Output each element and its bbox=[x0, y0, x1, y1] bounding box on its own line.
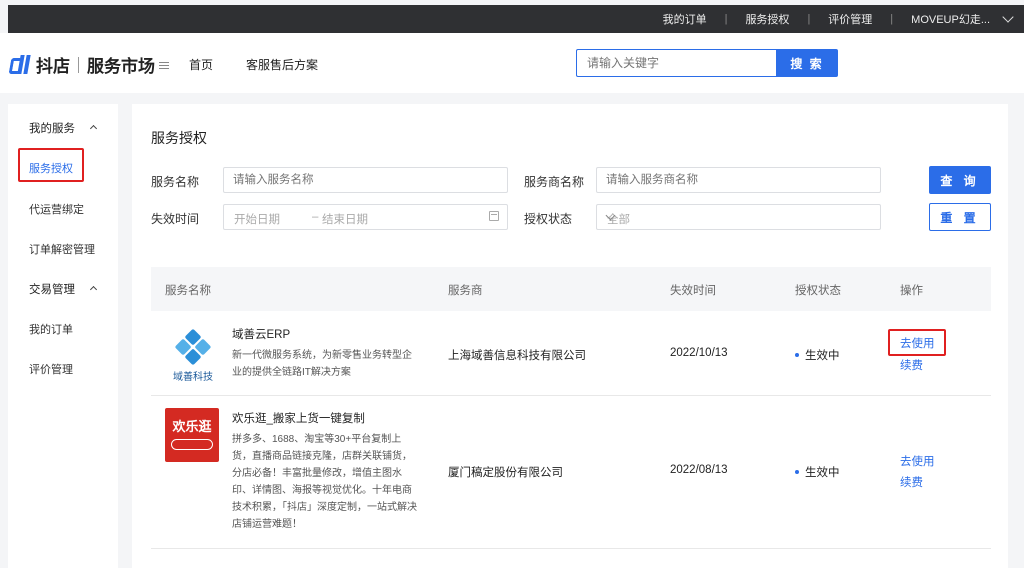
table-header: 服务名称 服务商 失效时间 授权状态 操作 bbox=[151, 267, 991, 311]
sidebar-group-transactions[interactable]: 交易管理 bbox=[29, 281, 98, 297]
main-panel: 服务授权 服务名称 服务商名称 失效时间 开始日期 – 结束日期 授权状态 全部… bbox=[132, 104, 1008, 568]
expire-time-label: 失效时间 bbox=[151, 212, 200, 226]
service-name-label: 服务名称 bbox=[151, 175, 200, 189]
end-date-field[interactable]: 结束日期 bbox=[322, 211, 368, 227]
chevron-up-icon bbox=[89, 285, 98, 294]
nav-after-sales-solution[interactable]: 客服售后方案 bbox=[246, 56, 318, 73]
table-row: 欢乐逛 欢乐逛_搬家上货一键复制 拼多多、1688、淘宝等30+平台复制上货，直… bbox=[151, 396, 991, 549]
provider-name: 厦门稿定股份有限公司 bbox=[448, 467, 563, 479]
range-separator: – bbox=[312, 211, 319, 223]
search-input[interactable] bbox=[576, 49, 776, 77]
expire-date: 2022/08/13 bbox=[670, 464, 728, 476]
divider: | bbox=[890, 13, 894, 25]
yushan-logo-icon: 域善科技 bbox=[173, 329, 213, 383]
auth-status-select[interactable]: 全部 bbox=[596, 204, 881, 230]
table-row: 域善科技 域善云ERP 新一代微服务系统，为新零售业务转型企业的提供全链路IT解… bbox=[151, 311, 991, 396]
column-header: 操作 bbox=[900, 285, 923, 297]
auth-status-label: 授权状态 bbox=[524, 212, 573, 226]
provider-name-input[interactable] bbox=[596, 167, 881, 193]
reset-button[interactable]: 重 置 bbox=[929, 203, 991, 231]
use-link[interactable]: 去使用 bbox=[900, 453, 935, 469]
status-text: 生效中 bbox=[805, 350, 840, 362]
sidebar: 我的服务 服务授权 代运营绑定 订单解密管理 交易管理 我的订单 评价管理 bbox=[8, 104, 118, 568]
logo[interactable]: 抖店 服务市场 bbox=[8, 52, 169, 77]
huanleguang-logo-icon: 欢乐逛 bbox=[165, 408, 219, 462]
chevron-down-icon[interactable] bbox=[1002, 11, 1014, 23]
sidebar-item-my-orders[interactable]: 我的订单 bbox=[29, 321, 73, 337]
start-date-field[interactable]: 开始日期 bbox=[234, 211, 280, 227]
search-button[interactable]: 搜 索 bbox=[776, 49, 838, 77]
status-dot-icon bbox=[795, 353, 799, 357]
provider-name: 上海域善信息科技有限公司 bbox=[448, 350, 586, 362]
doudian-logo-icon bbox=[8, 54, 31, 75]
market-name: 服务市场 bbox=[87, 57, 155, 76]
divider bbox=[78, 56, 79, 73]
column-header: 服务名称 bbox=[165, 285, 211, 297]
renew-link[interactable]: 续费 bbox=[900, 474, 923, 490]
provider-name-label: 服务商名称 bbox=[524, 175, 585, 189]
sidebar-group-label: 交易管理 bbox=[29, 284, 75, 296]
status-dot-icon bbox=[795, 470, 799, 474]
column-header: 失效时间 bbox=[670, 285, 716, 297]
account-menu[interactable]: MOVEUP幻走... bbox=[911, 11, 990, 27]
sidebar-item-service-authorization[interactable]: 服务授权 bbox=[29, 160, 73, 176]
logo-pill bbox=[171, 439, 213, 450]
logo-caption: 域善科技 bbox=[173, 370, 213, 383]
sidebar-group-label: 我的服务 bbox=[29, 123, 75, 135]
column-header: 授权状态 bbox=[795, 285, 841, 297]
service-name-input[interactable] bbox=[223, 167, 508, 193]
status-badge: 生效中 bbox=[795, 464, 840, 480]
header: 抖店 服务市场 首页 客服售后方案 搜 索 bbox=[0, 33, 1024, 93]
top-bar: 我的订单 | 服务授权 | 评价管理 | MOVEUP幻走... bbox=[8, 5, 1024, 33]
expire-date: 2022/10/13 bbox=[670, 347, 728, 359]
date-range-picker[interactable]: 开始日期 – 结束日期 bbox=[223, 204, 508, 230]
query-button[interactable]: 查 询 bbox=[929, 166, 991, 194]
column-header: 服务商 bbox=[448, 285, 483, 297]
top-link-orders[interactable]: 我的订单 bbox=[663, 11, 707, 27]
service-table: 服务名称 服务商 失效时间 授权状态 操作 域善科技 域善云ERP 新一代微服务… bbox=[151, 267, 991, 549]
status-text: 生效中 bbox=[805, 467, 840, 479]
use-link[interactable]: 去使用 bbox=[900, 335, 935, 351]
sidebar-group-my-services[interactable]: 我的服务 bbox=[29, 120, 98, 136]
sidebar-item-agency-binding[interactable]: 代运营绑定 bbox=[29, 201, 84, 217]
page-title: 服务授权 bbox=[151, 130, 207, 146]
chevron-up-icon bbox=[89, 124, 98, 133]
brand-name: 抖店 bbox=[36, 57, 70, 76]
service-description: 新一代微服务系统，为新零售业务转型企业的提供全链路IT解决方案 bbox=[232, 350, 412, 378]
nav-home[interactable]: 首页 bbox=[189, 56, 213, 73]
service-description: 拼多多、1688、淘宝等30+平台复制上货，直播商品链接克隆，店群关联铺货，分店… bbox=[232, 434, 417, 530]
calendar-icon[interactable] bbox=[489, 211, 499, 221]
divider: | bbox=[724, 13, 728, 25]
divider: | bbox=[807, 13, 811, 25]
renew-link[interactable]: 续费 bbox=[900, 357, 923, 373]
top-links: 我的订单 | 服务授权 | 评价管理 | MOVEUP幻走... bbox=[663, 5, 1014, 33]
top-link-authorization[interactable]: 服务授权 bbox=[745, 11, 789, 27]
sidebar-item-reviews[interactable]: 评价管理 bbox=[29, 361, 73, 377]
top-link-reviews[interactable]: 评价管理 bbox=[828, 11, 872, 27]
logo-caption: 欢乐逛 bbox=[172, 420, 212, 435]
status-badge: 生效中 bbox=[795, 347, 840, 363]
menu-icon[interactable] bbox=[159, 62, 169, 69]
service-name[interactable]: 欢乐逛_搬家上货一键复制 bbox=[232, 410, 365, 426]
sidebar-item-order-decryption[interactable]: 订单解密管理 bbox=[29, 241, 95, 257]
service-name[interactable]: 域善云ERP bbox=[232, 326, 290, 342]
